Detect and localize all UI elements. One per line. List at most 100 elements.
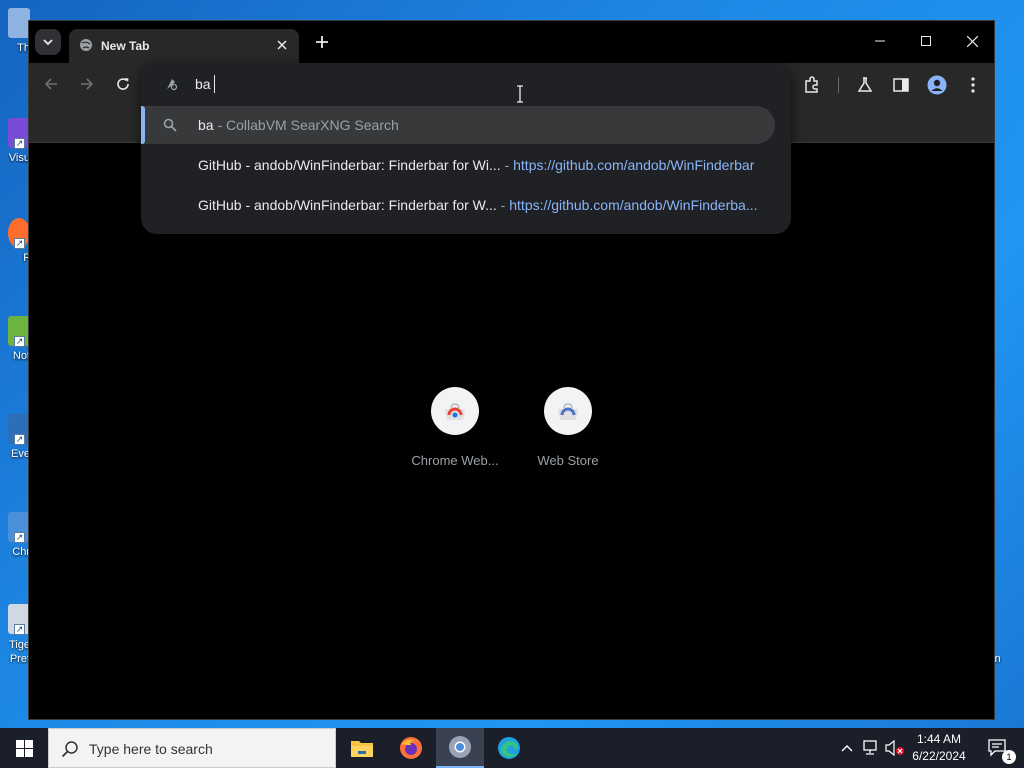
shortcut-icon-circle bbox=[431, 387, 479, 435]
firefox-icon bbox=[400, 737, 422, 759]
web-store-icon bbox=[558, 403, 578, 420]
desktop-icon-label: Eve bbox=[11, 448, 30, 460]
arrow-right-icon bbox=[81, 78, 94, 90]
suggestion-history-2[interactable]: GitHub - andob/WinFinderbar: Finderbar f… bbox=[141, 186, 775, 224]
history-page-icon bbox=[164, 199, 176, 211]
edge-icon bbox=[498, 737, 520, 759]
desktop-icon-label: Visu bbox=[8, 152, 30, 164]
tab-title: New Tab bbox=[101, 39, 150, 53]
maximize-button[interactable] bbox=[903, 21, 949, 61]
taskbar-search-box[interactable]: Type here to search bbox=[48, 728, 336, 768]
desktop-icon-label: F bbox=[23, 252, 30, 264]
reload-icon bbox=[117, 78, 129, 90]
taskbar-search-placeholder: Type here to search bbox=[89, 741, 213, 757]
windows-logo-icon bbox=[15, 739, 33, 757]
desktop-icon-th[interactable]: Th bbox=[0, 8, 30, 70]
desktop-icon-label: Th bbox=[17, 42, 30, 54]
back-button[interactable] bbox=[40, 73, 62, 95]
omnibox-input-row bbox=[141, 63, 791, 105]
tab-strip: New Tab bbox=[29, 21, 994, 63]
taskbar-chrome[interactable] bbox=[436, 728, 484, 768]
labs-button[interactable] bbox=[853, 73, 877, 97]
text-cursor-icon bbox=[517, 85, 523, 103]
shortcut-icon-circle bbox=[544, 387, 592, 435]
desktop-icon-tiger-preferences[interactable]: ↗ Tige Pref bbox=[0, 604, 30, 684]
puzzle-piece-icon bbox=[805, 76, 818, 93]
shortcut-label: Chrome Web... bbox=[411, 453, 499, 468]
desktop-icon-label: Chr bbox=[12, 546, 30, 558]
minimize-icon bbox=[875, 40, 885, 42]
shortcut-arrow-icon: ↗ bbox=[14, 238, 25, 249]
close-window-button[interactable] bbox=[949, 21, 995, 61]
shortcut-arrow-icon: ↗ bbox=[14, 138, 25, 149]
toolbar-separator bbox=[838, 77, 839, 93]
taskbar-file-explorer[interactable] bbox=[338, 728, 386, 768]
clock-date: 6/22/2024 bbox=[912, 749, 966, 763]
kebab-menu-icon bbox=[971, 77, 975, 93]
chevron-down-icon bbox=[43, 39, 53, 46]
chevron-up-icon bbox=[841, 745, 853, 752]
network-button[interactable] bbox=[860, 728, 882, 768]
desktop-icon-visual-studio[interactable]: ↗ Visu bbox=[0, 118, 30, 180]
taskbar-edge[interactable] bbox=[485, 728, 533, 768]
forward-button[interactable] bbox=[76, 73, 98, 95]
minimize-button[interactable] bbox=[857, 21, 903, 61]
maximize-icon bbox=[921, 36, 931, 46]
network-icon bbox=[863, 740, 877, 755]
desktop-icon-firefox[interactable]: ↗ F bbox=[0, 218, 30, 280]
desktop-app-icon bbox=[8, 8, 30, 38]
profile-button[interactable] bbox=[925, 73, 949, 97]
search-icon bbox=[163, 118, 177, 132]
volume-muted-icon bbox=[885, 740, 904, 756]
tab-search-button[interactable] bbox=[35, 29, 61, 55]
shortcut-arrow-icon: ↗ bbox=[14, 532, 25, 543]
desktop-icon-label: Not bbox=[12, 350, 30, 362]
desktop-icon-chrome[interactable]: ↗ Chr bbox=[0, 512, 30, 574]
reload-button[interactable] bbox=[112, 73, 134, 95]
suggestion-text: GitHub - andob/WinFinderbar: Finderbar f… bbox=[198, 157, 755, 173]
side-panel-button[interactable] bbox=[889, 73, 913, 97]
suggestion-search[interactable]: ba - CollabVM SearXNG Search bbox=[141, 106, 775, 144]
shortcut-chrome-web-store[interactable]: Chrome Web... bbox=[405, 387, 505, 477]
shortcut-web-store[interactable]: Web Store bbox=[518, 387, 618, 477]
close-icon bbox=[966, 35, 978, 47]
new-tab-button[interactable] bbox=[311, 31, 333, 53]
chrome-web-store-icon bbox=[445, 403, 465, 420]
suggestion-text: GitHub - andob/WinFinderbar: Finderbar f… bbox=[198, 197, 758, 213]
action-center-button[interactable]: 1 bbox=[978, 728, 1018, 768]
volume-button[interactable] bbox=[884, 728, 906, 768]
desktop-icon-notepad[interactable]: ↗ Not bbox=[0, 316, 30, 378]
taskbar: Type here to search 1:44 AM 6/22/2024 1 bbox=[0, 728, 1024, 768]
history-page-icon bbox=[164, 159, 176, 171]
notification-count-badge: 1 bbox=[1002, 750, 1016, 764]
tab-new-tab[interactable]: New Tab bbox=[69, 29, 299, 63]
flask-icon bbox=[857, 77, 873, 92]
side-panel-icon bbox=[893, 78, 909, 92]
address-bar-input[interactable] bbox=[195, 74, 755, 94]
close-icon bbox=[277, 40, 287, 50]
menu-button[interactable] bbox=[961, 73, 985, 97]
extensions-button[interactable] bbox=[800, 73, 824, 97]
suggestion-history-1[interactable]: GitHub - andob/WinFinderbar: Finderbar f… bbox=[141, 146, 775, 184]
search-icon bbox=[61, 741, 78, 758]
arrow-left-icon bbox=[44, 78, 57, 90]
start-button[interactable] bbox=[0, 728, 48, 768]
taskbar-clock[interactable]: 1:44 AM 6/22/2024 bbox=[904, 731, 974, 765]
selection-indicator bbox=[141, 106, 145, 144]
shortcut-arrow-icon: ↗ bbox=[14, 336, 25, 347]
clock-time: 1:44 AM bbox=[916, 732, 962, 746]
show-hidden-icons-button[interactable] bbox=[838, 728, 856, 768]
text-caret bbox=[214, 75, 215, 93]
tab-close-button[interactable] bbox=[273, 36, 291, 54]
desktop-icon-label: Tige Pref bbox=[9, 639, 30, 665]
shortcut-label: Web Store bbox=[537, 453, 599, 468]
taskbar-firefox[interactable] bbox=[387, 728, 435, 768]
avatar-icon bbox=[927, 75, 947, 95]
suggestion-text: ba - CollabVM SearXNG Search bbox=[198, 117, 399, 133]
chrome-icon bbox=[449, 736, 471, 758]
desktop-icon-everything[interactable]: ↗ Eve bbox=[0, 414, 30, 476]
omnibox-dropdown: ba - CollabVM SearXNG Search GitHub - an… bbox=[141, 63, 791, 234]
globe-icon bbox=[80, 39, 92, 51]
shortcut-arrow-icon: ↗ bbox=[14, 434, 25, 445]
folder-icon bbox=[351, 741, 373, 757]
